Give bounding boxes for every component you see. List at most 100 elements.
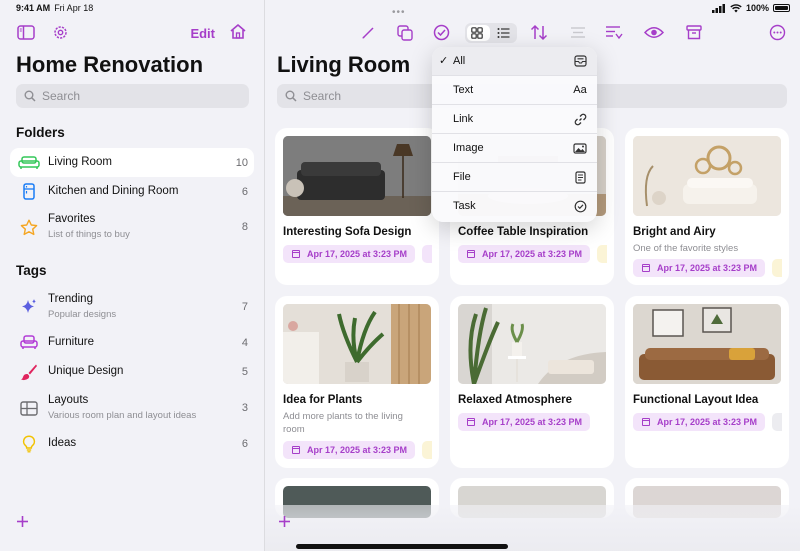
- card-title: Relaxed Atmosphere: [458, 394, 572, 406]
- eye-icon[interactable]: [644, 26, 664, 39]
- doc-icon: [573, 170, 587, 184]
- sidebar-toolbar: Edit: [0, 22, 265, 44]
- cellular-icon: [711, 3, 725, 13]
- sidebar-item-label: Ideas: [48, 437, 77, 449]
- menu-item-text[interactable]: Text Aa: [432, 76, 597, 105]
- archive-icon[interactable]: [686, 25, 702, 40]
- search-placeholder: Search: [42, 89, 81, 103]
- folders-heading: Folders: [16, 125, 65, 140]
- sidebar: Edit Home Renovation Search Folders Livi…: [0, 0, 265, 551]
- lightbulb-icon: [18, 433, 40, 455]
- date-chip-text: Apr 17, 2025 at 3:23 PM: [482, 417, 583, 427]
- sofa-icon: [18, 152, 40, 174]
- card-title: Interesting Sofa Design: [283, 226, 412, 238]
- menu-item-label: Text: [453, 84, 474, 96]
- tags-heading: Tags: [16, 263, 47, 278]
- text-format-icon: Aa: [573, 84, 587, 96]
- checkmark-circle-icon[interactable]: [433, 24, 450, 41]
- sidebar-item-furniture[interactable]: Furniture 4: [10, 328, 254, 357]
- search-placeholder: Search: [303, 89, 342, 103]
- card-interesting-sofa[interactable]: Interesting Sofa Design Apr 17, 2025 at …: [275, 128, 439, 285]
- menu-item-label: Task: [453, 200, 476, 212]
- card-functional-layout[interactable]: Functional Layout Idea Apr 17, 2025 at 3…: [625, 296, 789, 468]
- card-photo: [283, 136, 431, 216]
- date-chip: Apr 17, 2025 at 3:23 PM: [283, 441, 415, 459]
- date-text: Fri Apr 18: [54, 3, 94, 13]
- more-options-icon[interactable]: [769, 24, 786, 41]
- sidebar-item-subtitle: Various room plan and layout ideas: [48, 410, 197, 421]
- page-title: Living Room: [277, 52, 411, 77]
- menu-item-label: Link: [453, 113, 474, 125]
- date-chip: Apr 17, 2025 at 3:23 PM: [633, 259, 765, 277]
- wifi-icon: [730, 3, 742, 12]
- grid-layout-icon: [18, 397, 40, 419]
- menu-item-all[interactable]: ✓ All: [432, 47, 597, 76]
- menu-item-task[interactable]: Task: [432, 192, 597, 221]
- grid-view-icon[interactable]: [471, 27, 483, 39]
- add-folder-button[interactable]: [16, 512, 29, 533]
- extra-chip: [422, 245, 432, 263]
- sidebar-item-count: 7: [241, 301, 248, 313]
- extra-chip: [597, 245, 607, 263]
- sidebar-item-count: 6: [241, 437, 248, 450]
- sidebar-item-kitchen[interactable]: Kitchen and Dining Room 6: [10, 177, 254, 206]
- sidebar-item-ideas[interactable]: Ideas 6: [10, 429, 254, 458]
- home-indicator: [296, 544, 508, 549]
- sidebar-item-count: 3: [241, 402, 248, 414]
- menu-item-link[interactable]: Link: [432, 105, 597, 134]
- sparkles-icon: [18, 296, 40, 318]
- date-chip-text: Apr 17, 2025 at 3:23 PM: [307, 445, 408, 455]
- card-idea-for-plants[interactable]: Idea for Plants Add more plants to the l…: [275, 296, 439, 468]
- search-icon: [24, 90, 36, 102]
- star-icon: [18, 216, 40, 238]
- card-relaxed-atmosphere[interactable]: Relaxed Atmosphere Apr 17, 2025 at 3:23 …: [450, 296, 614, 468]
- sidebar-item-count: 10: [235, 156, 248, 169]
- sidebar-item-subtitle: Popular designs: [48, 309, 117, 320]
- home-icon[interactable]: [229, 23, 247, 40]
- card-title: Bright and Airy: [633, 226, 716, 238]
- add-item-button[interactable]: [278, 512, 291, 533]
- list-view-icon[interactable]: [497, 27, 510, 39]
- filter-list-icon[interactable]: [605, 25, 623, 40]
- sidebar-item-trending[interactable]: Trending Popular designs 7: [10, 287, 254, 327]
- sidebar-item-label: Kitchen and Dining Room: [48, 185, 179, 197]
- sidebar-item-unique-design[interactable]: Unique Design 5: [10, 357, 254, 386]
- card-title: Idea for Plants: [283, 394, 363, 406]
- plus-icon: [279, 516, 290, 527]
- align-icon[interactable]: [570, 26, 586, 39]
- gear-icon[interactable]: [52, 24, 69, 41]
- sort-icon[interactable]: [530, 24, 548, 41]
- menu-item-image[interactable]: Image: [432, 134, 597, 163]
- date-chip-text: Apr 17, 2025 at 3:23 PM: [482, 249, 583, 259]
- edit-button[interactable]: Edit: [190, 26, 215, 41]
- filter-menu: ✓ All Text Aa Link Image File Task: [432, 47, 597, 222]
- search-icon: [285, 90, 297, 102]
- bottom-bar: [265, 505, 800, 551]
- sidebar-item-count: 5: [241, 365, 248, 378]
- pencil-icon[interactable]: [361, 26, 375, 40]
- sidebar-toggle-icon[interactable]: [17, 25, 35, 40]
- card-photo: [633, 136, 781, 216]
- card-bright-and-airy[interactable]: Bright and Airy One of the favorite styl…: [625, 128, 789, 285]
- sidebar-search-input[interactable]: Search: [16, 84, 249, 108]
- duplicate-icon[interactable]: [397, 25, 413, 41]
- paintbrush-icon: [18, 361, 40, 383]
- calendar-icon: [292, 250, 300, 258]
- card-photo: [633, 304, 781, 384]
- menu-item-file[interactable]: File: [432, 163, 597, 192]
- sidebar-item-label: Furniture: [48, 336, 95, 348]
- date-chip: Apr 17, 2025 at 3:23 PM: [458, 413, 590, 431]
- time-text: 9:41 AM: [16, 3, 51, 13]
- date-chip: Apr 17, 2025 at 3:23 PM: [283, 245, 415, 263]
- extra-chip: [422, 441, 432, 459]
- main-toolbar: [265, 22, 800, 46]
- menu-item-label: Image: [453, 142, 484, 154]
- sidebar-item-favorites[interactable]: Favorites List of things to buy 8: [10, 207, 254, 247]
- fridge-icon: [18, 181, 40, 203]
- photo-icon: [573, 141, 587, 155]
- card-photo: [283, 304, 431, 384]
- sidebar-item-living-room[interactable]: Living Room 10: [10, 148, 254, 177]
- sidebar-item-layouts[interactable]: Layouts Various room plan and layout ide…: [10, 388, 254, 428]
- calendar-icon: [467, 418, 475, 426]
- card-photo: [458, 304, 606, 384]
